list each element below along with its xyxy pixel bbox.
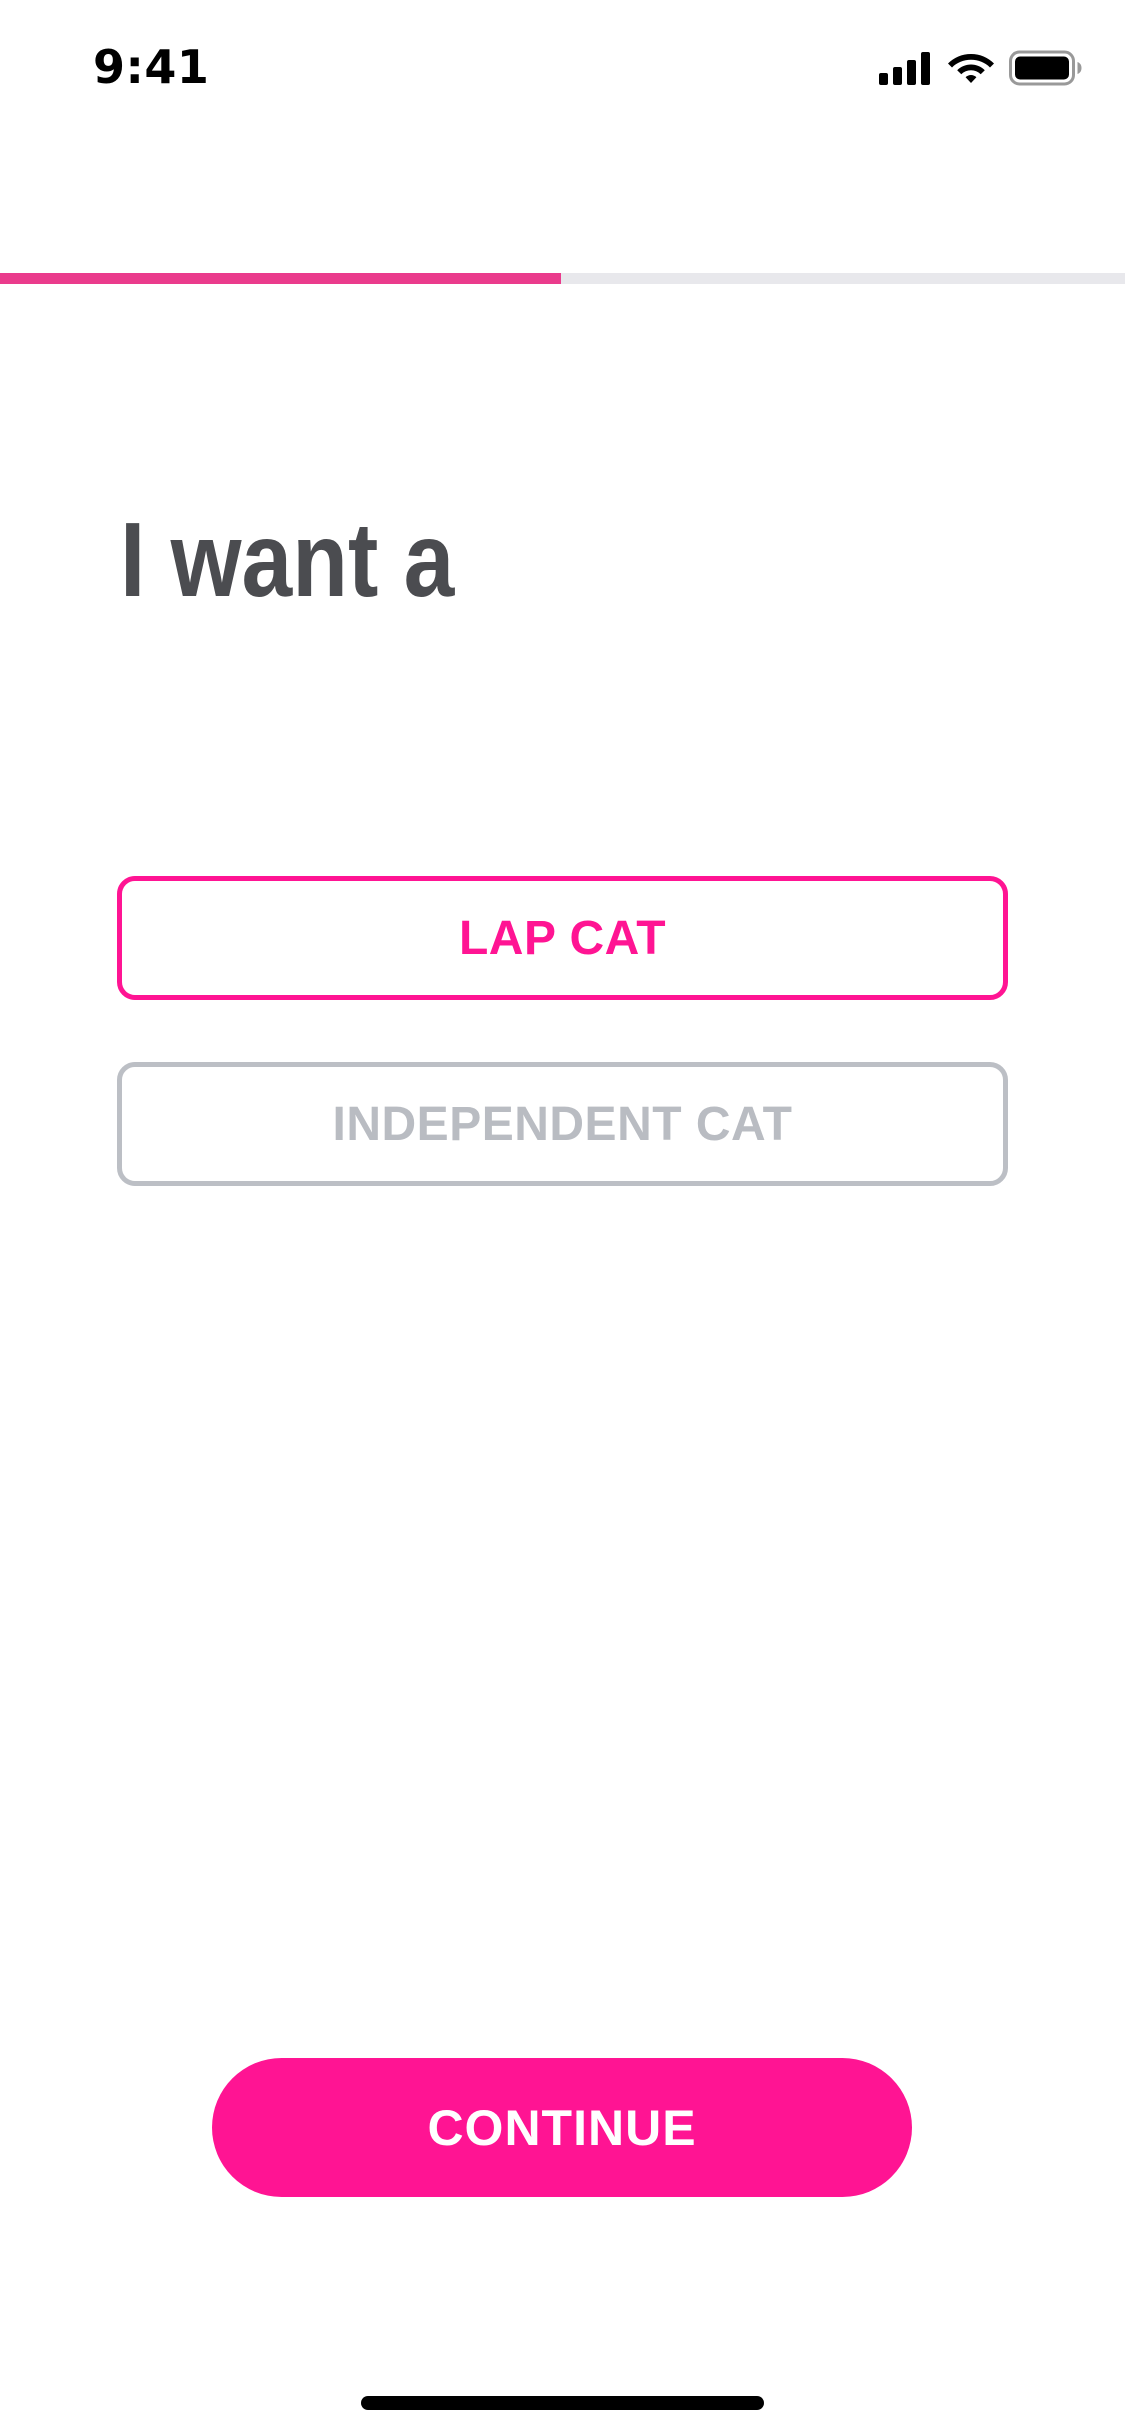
continue-button[interactable]: CONTINUE xyxy=(212,2058,912,2197)
status-icons xyxy=(879,48,1083,88)
wifi-icon xyxy=(947,50,995,86)
progress-bar-fill xyxy=(0,273,561,284)
option-lap-cat[interactable]: LAP CAT xyxy=(117,876,1008,1000)
cellular-signal-icon xyxy=(879,51,933,85)
home-indicator[interactable] xyxy=(361,2396,764,2410)
status-bar: 9:41 xyxy=(0,0,1125,140)
option-independent-cat[interactable]: INDEPENDENT CAT xyxy=(117,1062,1008,1186)
question-title: I want a xyxy=(120,501,455,619)
battery-icon xyxy=(1009,50,1083,86)
progress-bar xyxy=(0,273,1125,284)
status-time: 9:41 xyxy=(93,40,210,94)
